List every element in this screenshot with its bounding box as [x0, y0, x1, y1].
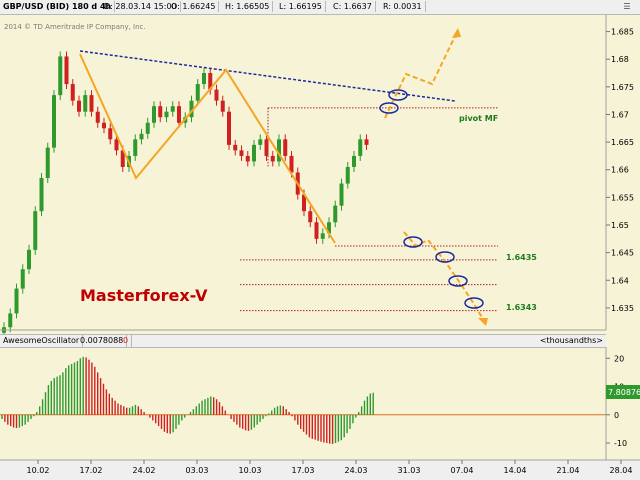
y-tick-label: 1.685 — [611, 28, 634, 37]
x-tick-label: 17.03 — [292, 466, 315, 475]
candle-body — [333, 205, 338, 223]
oscillator-units: <thousandths> — [539, 336, 603, 345]
x-tick-label: 21.04 — [557, 466, 580, 475]
candle-body — [152, 106, 156, 123]
y-tick-label: 1.665 — [611, 138, 634, 147]
candle-body — [64, 56, 69, 85]
y-tick-label: 1.675 — [611, 83, 634, 92]
candle-body — [8, 313, 13, 328]
ao-current-value: 7.80876 — [608, 388, 640, 397]
candle-body — [283, 139, 288, 156]
candle-body — [108, 128, 113, 140]
forecast-up-arrowhead — [452, 28, 461, 38]
candle-body — [177, 106, 181, 123]
candle-body — [258, 139, 263, 145]
candle-body — [245, 155, 250, 162]
candle-body — [170, 106, 175, 112]
ao-y-tick-label: 20 — [614, 354, 624, 363]
candle-body — [202, 73, 206, 85]
candle-body — [139, 133, 144, 140]
candle-body — [358, 139, 363, 156]
oscillator-name[interactable]: AwesomeOscillator — [0, 335, 84, 347]
level-label-1: 1.6435 — [506, 253, 537, 262]
candle-body — [145, 122, 150, 134]
candle-body — [308, 211, 313, 223]
candle-body — [345, 166, 350, 184]
candle-body — [352, 155, 356, 167]
candle-body — [27, 249, 31, 270]
candle-body — [133, 139, 138, 156]
candle-body — [252, 144, 256, 162]
y-tick-label: 1.67 — [611, 110, 629, 119]
y-tick-label: 1.645 — [611, 249, 634, 258]
candle-body — [114, 139, 119, 151]
candle-body — [164, 111, 169, 118]
y-tick-label: 1.68 — [611, 55, 629, 64]
candle-body — [77, 100, 81, 112]
candle-body — [14, 288, 19, 314]
candle-body — [58, 56, 63, 96]
ao-y-tick-label: -10 — [614, 439, 627, 448]
x-tick-label: 07.04 — [451, 466, 474, 475]
forecast-down-arrowhead — [478, 318, 488, 326]
candle-body — [339, 183, 344, 206]
pivot-label: pivot MF — [459, 114, 498, 123]
candle-body — [89, 95, 94, 112]
x-tick-label: 14.04 — [504, 466, 527, 475]
x-tick-label: 31.03 — [398, 466, 421, 475]
x-tick-label: 24.03 — [345, 466, 368, 475]
highlight-circle — [388, 89, 408, 101]
x-tick-label: 03.03 — [186, 466, 209, 475]
candle-body — [314, 222, 319, 239]
candle-body — [320, 233, 325, 239]
candle-body — [33, 211, 38, 250]
candle-body — [20, 269, 25, 289]
candle-body — [70, 84, 75, 101]
candle-body — [52, 95, 56, 148]
x-tick-label: 17.02 — [80, 466, 103, 475]
ao-y-tick-label: 0 — [614, 411, 619, 420]
level-label-2: 1.6343 — [506, 303, 537, 312]
candle-body — [233, 144, 238, 151]
y-tick-label: 1.635 — [611, 304, 634, 313]
oscillator-flag: 0 — [120, 335, 133, 347]
highlight-circle — [464, 297, 484, 309]
y-tick-label: 1.65 — [611, 221, 629, 230]
x-tick-label: 10.02 — [27, 466, 50, 475]
x-tick-label: 10.03 — [239, 466, 262, 475]
candle-body — [270, 155, 275, 162]
candle-body — [220, 100, 225, 112]
candle-body — [83, 95, 88, 112]
trend-line — [79, 50, 456, 102]
y-tick-label: 1.655 — [611, 193, 634, 202]
candle-body — [364, 139, 369, 145]
candle-body — [95, 111, 100, 123]
y-tick-label: 1.64 — [611, 276, 629, 285]
x-tick-label: 24.02 — [133, 466, 156, 475]
candle-body — [239, 150, 244, 156]
copyright-text: 2014 © TD Ameritrade IP Company, Inc. — [4, 23, 146, 31]
candle-body — [158, 106, 163, 118]
candle-body — [264, 139, 269, 156]
candle-body — [227, 111, 231, 145]
candle-body — [39, 178, 44, 212]
y-tick-label: 1.66 — [611, 166, 629, 175]
candle-body — [102, 122, 106, 129]
candle-body — [214, 89, 219, 101]
candle-body — [195, 84, 200, 101]
price-chart: 2014 © TD Ameritrade IP Company, Inc. 1.… — [0, 15, 640, 480]
candle-body — [45, 147, 50, 179]
x-tick-label: 28.04 — [610, 466, 633, 475]
oscillator-header: AwesomeOscillator 0.0078088 0 <thousandt… — [0, 334, 606, 348]
brand-label: Masterforex-V — [80, 286, 208, 305]
